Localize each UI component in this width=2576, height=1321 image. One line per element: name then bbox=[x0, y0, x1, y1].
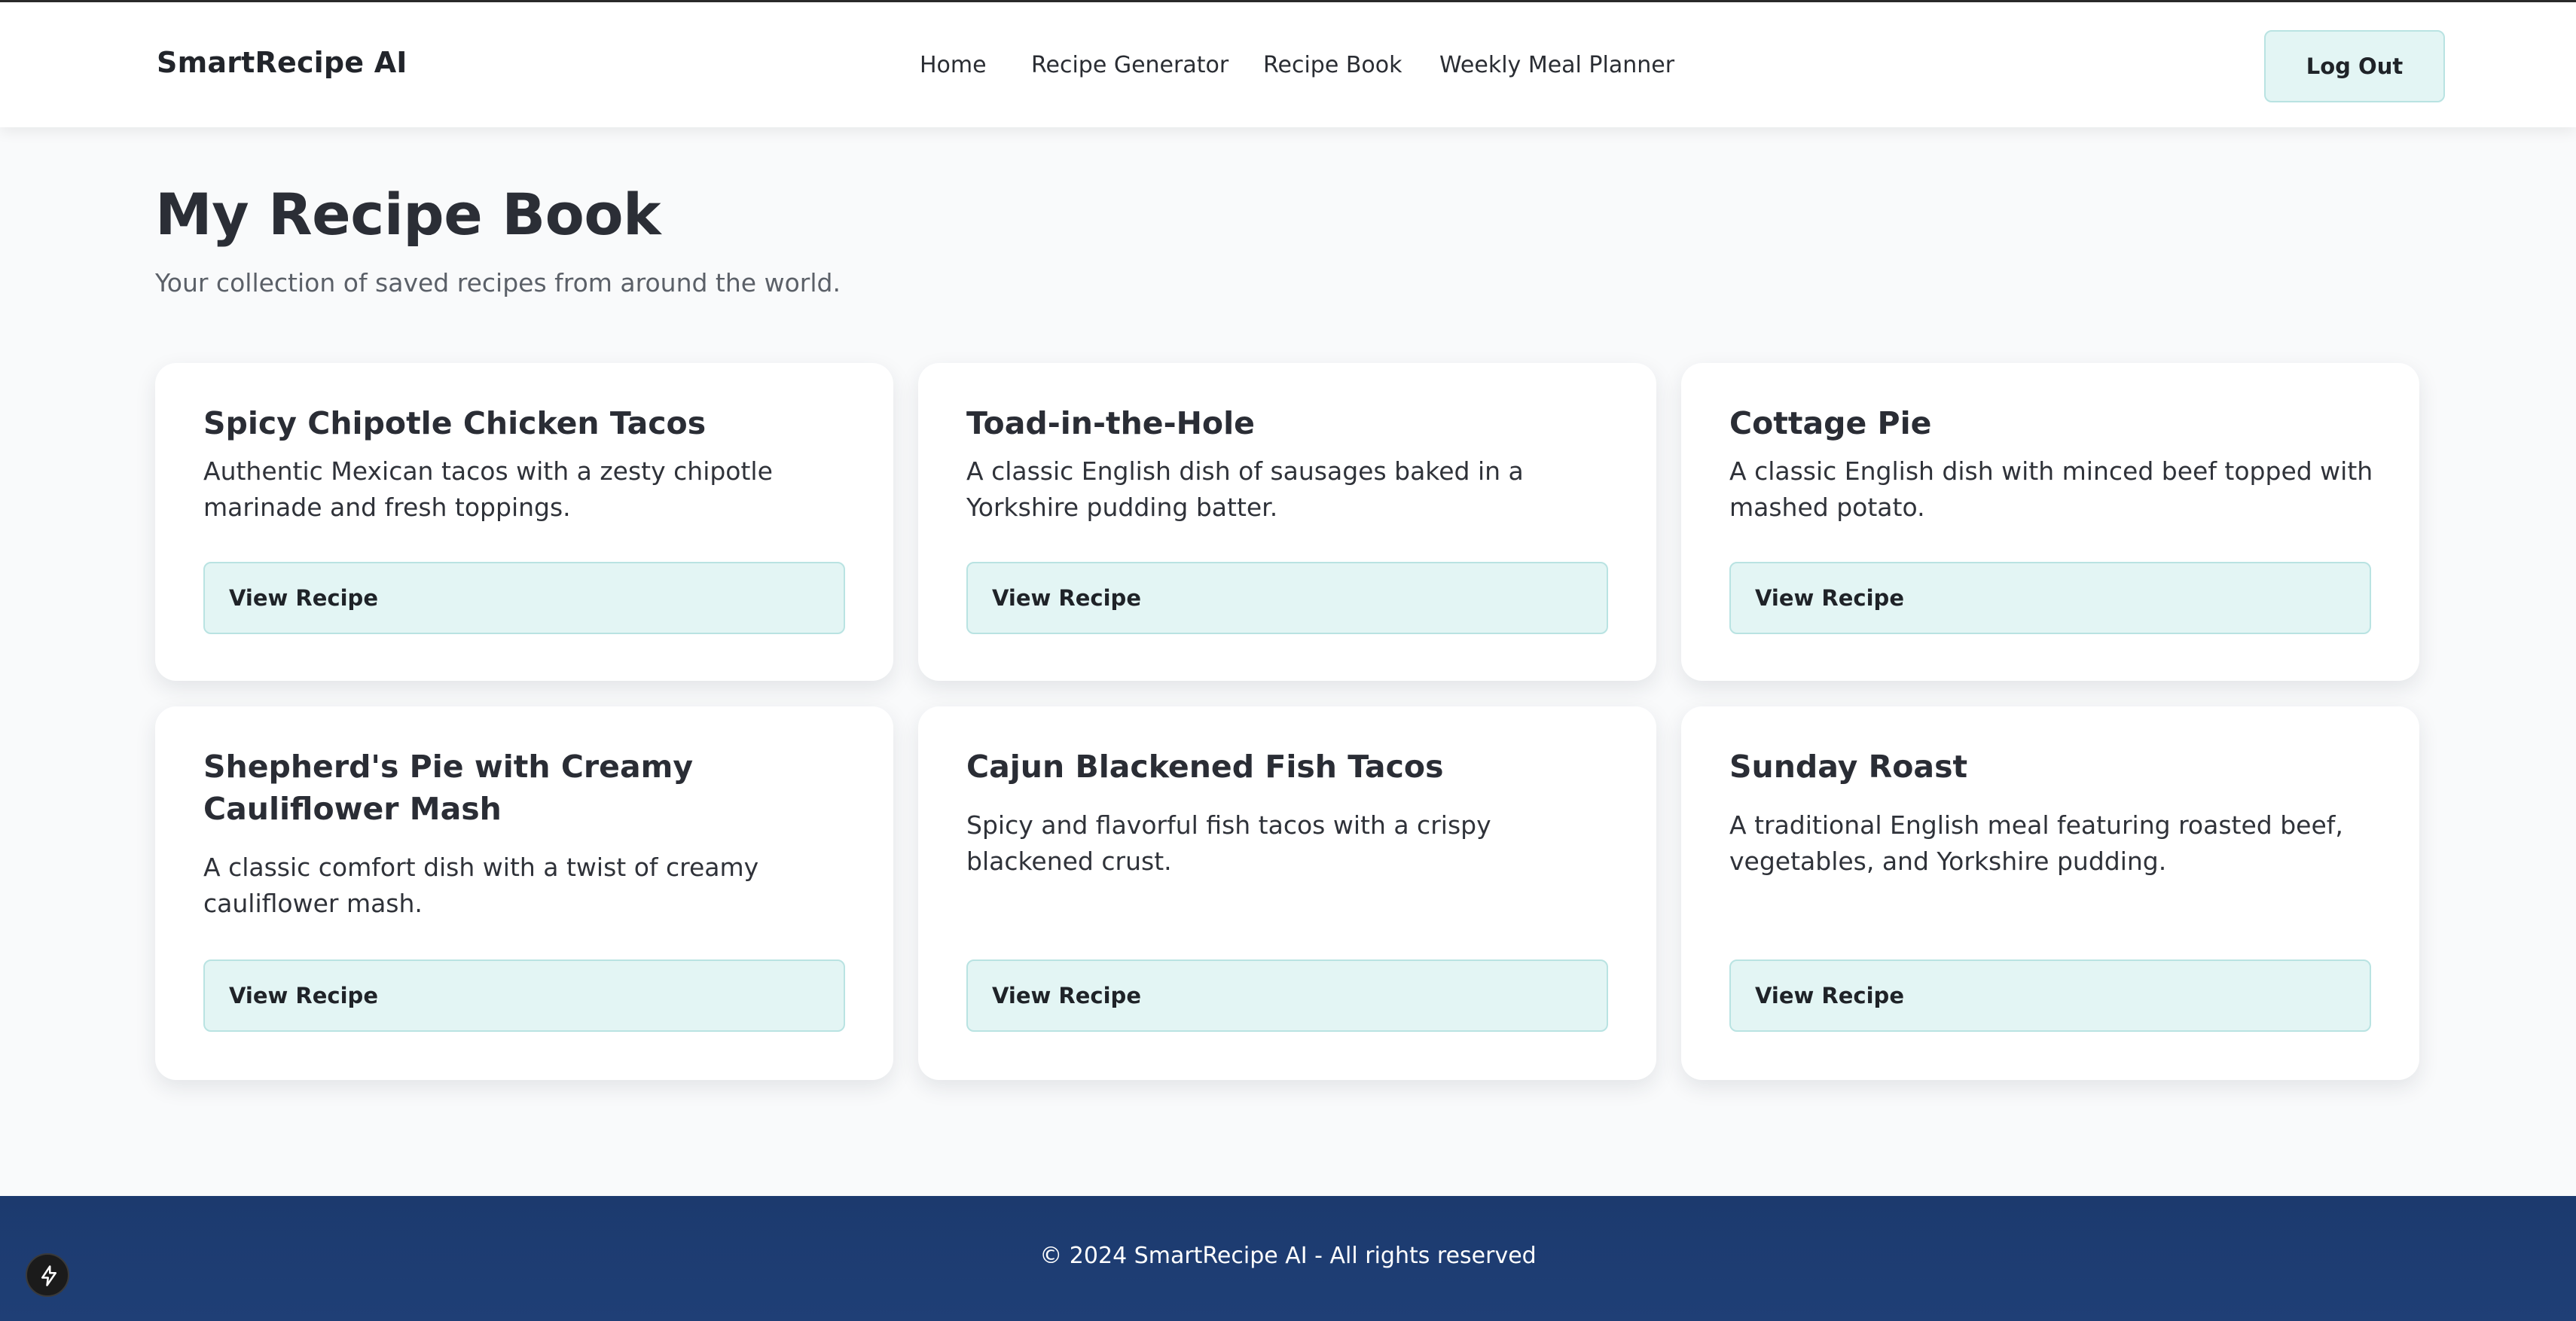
view-recipe-button[interactable]: View Recipe bbox=[1729, 959, 2371, 1032]
top-navbar: SmartRecipe AI Home Recipe Generator Rec… bbox=[0, 2, 2576, 127]
recipe-card-description: Authentic Mexican tacos with a zesty chi… bbox=[203, 456, 773, 522]
nav-weekly-meal-planner[interactable]: Weekly Meal Planner bbox=[1439, 52, 1674, 78]
recipe-card-title: Toad-in-the-Hole bbox=[966, 405, 1255, 441]
recipe-card-title: Cajun Blackened Fish Tacos bbox=[966, 749, 1444, 785]
recipe-card-description: A classic English dish with minced beef … bbox=[1729, 456, 2373, 522]
logout-button[interactable]: Log Out bbox=[2264, 30, 2445, 102]
recipe-card-title: Sunday Roast bbox=[1729, 749, 1968, 785]
recipe-card: Spicy Chipotle Chicken Tacos Authentic M… bbox=[155, 363, 893, 681]
recipe-card-description: A classic English dish of sausages baked… bbox=[966, 456, 1524, 522]
recipe-card: Sunday Roast A traditional English meal … bbox=[1681, 706, 2419, 1080]
page-subtitle: Your collection of saved recipes from ar… bbox=[155, 268, 841, 297]
recipe-card: Shepherd's Pie with Creamy Cauliflower M… bbox=[155, 706, 893, 1080]
app-page: SmartRecipe AI Home Recipe Generator Rec… bbox=[0, 0, 2576, 1321]
footer-copyright: © 2024 SmartRecipe AI - All rights reser… bbox=[1039, 1243, 1537, 1269]
view-recipe-button[interactable]: View Recipe bbox=[203, 562, 845, 634]
lightning-bolt-icon bbox=[41, 1265, 56, 1286]
recipe-card: Toad-in-the-Hole A classic English dish … bbox=[918, 363, 1656, 681]
view-recipe-button[interactable]: View Recipe bbox=[966, 959, 1608, 1032]
recipe-card-description: A traditional English meal featuring roa… bbox=[1729, 810, 2343, 876]
main-nav: Home Recipe Generator Recipe Book Weekly… bbox=[0, 2, 2576, 127]
page-title: My Recipe Book bbox=[155, 181, 661, 248]
recipe-card-title: Shepherd's Pie with Creamy Cauliflower M… bbox=[203, 749, 694, 827]
recipe-card: Cottage Pie A classic English dish with … bbox=[1681, 363, 2419, 681]
dev-tools-badge[interactable] bbox=[26, 1253, 69, 1297]
nav-recipe-generator[interactable]: Recipe Generator bbox=[1031, 52, 1228, 78]
recipe-card-description: A classic comfort dish with a twist of c… bbox=[203, 853, 759, 918]
view-recipe-button[interactable]: View Recipe bbox=[203, 959, 845, 1032]
recipe-card: Cajun Blackened Fish Tacos Spicy and fla… bbox=[918, 706, 1656, 1080]
nav-recipe-book[interactable]: Recipe Book bbox=[1263, 52, 1402, 78]
page-footer: © 2024 SmartRecipe AI - All rights reser… bbox=[0, 1196, 2576, 1321]
recipe-card-title: Spicy Chipotle Chicken Tacos bbox=[203, 405, 707, 441]
recipe-card-title: Cottage Pie bbox=[1729, 405, 1932, 441]
view-recipe-button[interactable]: View Recipe bbox=[966, 562, 1608, 634]
nav-home[interactable]: Home bbox=[920, 52, 987, 78]
recipe-card-description: Spicy and flavorful fish tacos with a cr… bbox=[966, 810, 1491, 876]
view-recipe-button[interactable]: View Recipe bbox=[1729, 562, 2371, 634]
